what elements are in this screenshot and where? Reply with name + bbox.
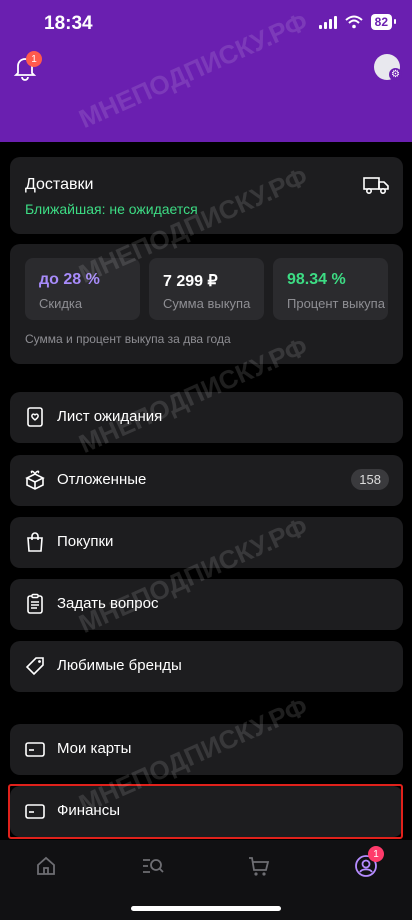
home-icon[interactable] — [34, 854, 58, 878]
deliveries-title: Доставки — [25, 176, 94, 193]
deferred-count-badge: 158 — [351, 469, 389, 490]
stats-note: Сумма и процент выкупа за два года — [25, 332, 231, 346]
gift-box-icon — [25, 470, 45, 490]
stat-purchase-sum-value: 7 299 ₽ — [163, 273, 218, 290]
home-indicator — [131, 906, 281, 911]
stat-discount-label: Скидка — [39, 296, 83, 311]
stat-discount: до 28 % Скидка — [25, 258, 140, 320]
menu-item-deferred[interactable]: Отложенные 158 — [10, 455, 403, 506]
stat-purchase-sum-label: Сумма выкупа — [163, 296, 251, 311]
menu-label: Любимые бренды — [57, 657, 182, 674]
deliveries-card[interactable]: Доставки Ближайшая: не ожидается — [10, 157, 403, 234]
clipboard-icon — [27, 593, 43, 614]
menu-item-waitlist[interactable]: Лист ожидания — [10, 392, 403, 443]
highlight-box — [8, 784, 403, 839]
battery-indicator: 82 — [370, 14, 397, 30]
stat-discount-value: до 28 % — [39, 271, 100, 288]
shopping-bag-icon — [27, 532, 43, 552]
card-icon — [25, 742, 45, 757]
menu-label: Отложенные — [57, 471, 147, 488]
menu-item-favorite-brands[interactable]: Любимые бренды — [10, 641, 403, 692]
notification-badge: 1 — [26, 51, 42, 67]
menu-item-purchases[interactable]: Покупки — [10, 517, 403, 568]
menu-label: Покупки — [57, 533, 114, 550]
menu-label: Лист ожидания — [57, 408, 163, 425]
deliveries-status: Ближайшая: не ожидается — [25, 201, 198, 217]
purchase-stats-card: до 28 % Скидка 7 299 ₽ Сумма выкупа 98.3… — [10, 244, 403, 364]
menu-item-ask-question[interactable]: Задать вопрос — [10, 579, 403, 630]
cart-icon[interactable] — [247, 854, 271, 878]
stat-purchase-percent: 98.34 % Процент выкупа — [273, 258, 388, 320]
signal-icon — [318, 15, 337, 29]
status-icons: 82 — [318, 14, 397, 30]
stat-purchase-sum: 7 299 ₽ Сумма выкупа — [149, 258, 264, 320]
tag-icon — [25, 657, 44, 676]
catalog-search-icon[interactable] — [141, 854, 165, 878]
profile-tab-badge: 1 — [368, 846, 384, 862]
status-time: 18:34 — [44, 13, 93, 34]
menu-item-my-cards[interactable]: Мои карты — [10, 724, 403, 775]
stat-purchase-percent-label: Процент выкупа — [287, 296, 385, 311]
stat-purchase-percent-value: 98.34 % — [287, 271, 346, 288]
truck-icon — [363, 177, 389, 195]
menu-label: Мои карты — [57, 740, 132, 757]
settings-gear-icon[interactable]: ⚙ — [389, 68, 402, 81]
menu-label: Задать вопрос — [57, 595, 159, 612]
waitlist-icon — [27, 407, 43, 427]
wifi-icon — [344, 15, 363, 29]
